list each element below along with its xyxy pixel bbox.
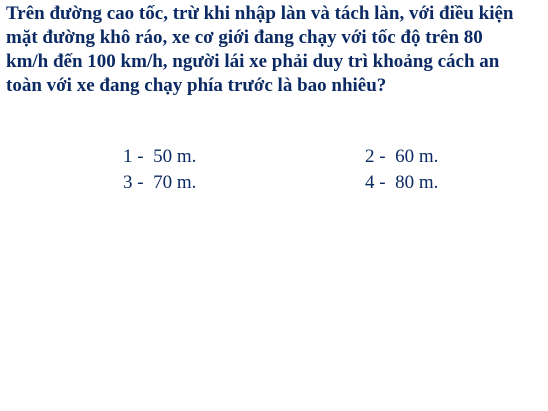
question-line-1: Trên đường cao tốc, trừ khi nhập làn và … [6,3,514,24]
question-line-4: toàn với xe đang chạy phía trước là bao … [6,75,387,96]
answer-text: 80 m. [395,172,439,193]
answer-separator: - [374,172,396,193]
question-text: Trên đường cao tốc, trừ khi nhập làn và … [6,2,546,98]
question-line-3: km/h đến 100 km/h, người lái xe phải duy… [6,51,500,72]
answer-text: 70 m. [153,172,197,193]
answer-separator: - [132,172,154,193]
answer-option-4[interactable]: 4 - 80 m. [346,144,438,222]
answer-number: 3 [123,172,133,193]
answer-option-3[interactable]: 3 - 70 m. [104,144,196,222]
answer-number: 4 [365,172,375,193]
question-line-2: mặt đường khô ráo, xe cơ giới đang chạy … [6,27,483,48]
